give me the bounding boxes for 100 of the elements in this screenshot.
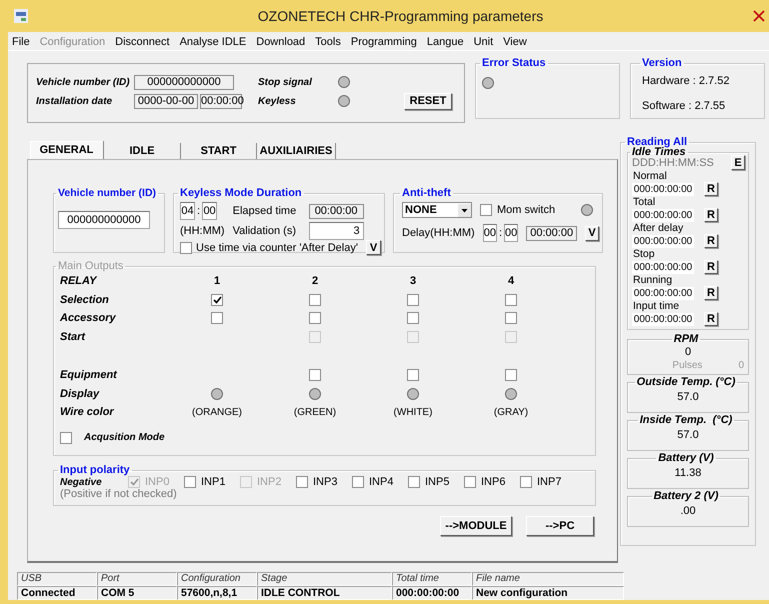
checkbox-label: INP7 [537, 476, 562, 488]
edit-button[interactable]: E [731, 155, 745, 170]
checkbox[interactable] [480, 204, 492, 216]
checkbox[interactable] [211, 312, 223, 324]
checkbox-label: Use time via counter 'After Delay' [196, 242, 358, 254]
checkbox[interactable] [296, 476, 308, 488]
wire-color-text: (WHITE) [394, 406, 432, 418]
row-label: Display [60, 386, 100, 402]
row-label: Wire color [60, 405, 116, 420]
time-separator: : [498, 227, 502, 239]
counter-label: After delay [633, 222, 684, 234]
menu-item[interactable]: Unit [474, 36, 494, 48]
menu-item[interactable]: Analyse IDLE [180, 36, 246, 48]
counter-label: Running [633, 274, 674, 286]
reset-counter-button[interactable]: R [704, 234, 718, 248]
reset-counter-button[interactable]: R [704, 208, 718, 222]
vehicle-number-field: 000000000000 [134, 74, 234, 90]
field-label: Installation date [36, 96, 114, 106]
reading-value: 11.38 [674, 466, 702, 481]
group-title: Anti-theft [401, 187, 452, 199]
apply-button[interactable]: V [585, 226, 599, 240]
group-title: Inside Temp. (°C) [638, 414, 734, 426]
checkbox[interactable] [309, 294, 321, 306]
menu-item[interactable]: Langue [426, 36, 464, 48]
checkbox[interactable] [407, 369, 419, 382]
checkbox[interactable] [309, 312, 321, 324]
reset-counter-button[interactable]: R [704, 182, 718, 196]
group-title: Main Outputs [57, 260, 124, 272]
counter-value: 000:00:00:00 [632, 260, 694, 274]
validation-input[interactable]: 3 [308, 222, 364, 240]
checkbox[interactable] [184, 476, 196, 488]
version-text: Software : 2.7.55 [642, 100, 726, 112]
format-hint: DDD:HH:MM:SS [632, 156, 714, 168]
tab[interactable]: AUXILIAIRIES [257, 143, 336, 159]
time-separator: : [197, 205, 200, 217]
mode-dropdown[interactable]: NONE [402, 202, 472, 218]
status-value: IDLE CONTROL [257, 586, 392, 600]
wire-color-text: (GREEN) [294, 406, 336, 418]
counter-label: Normal [633, 170, 668, 182]
row-label: Selection [60, 292, 110, 308]
indicator-label: Keyless [258, 96, 297, 106]
checkbox-label: INP4 [369, 476, 394, 488]
checkbox[interactable] [60, 432, 72, 444]
checkbox[interactable] [505, 294, 517, 306]
checkbox[interactable] [352, 476, 364, 488]
counter-label: Input time [633, 300, 680, 312]
checkbox[interactable] [408, 476, 420, 488]
group-title: Version [641, 57, 683, 69]
relay-number: 2 [312, 275, 318, 288]
menu-item[interactable]: Tools [315, 36, 341, 48]
minutes-input[interactable]: 00 [504, 224, 518, 242]
checkbox[interactable] [407, 312, 419, 324]
menu-item[interactable]: Download [256, 36, 306, 48]
minutes-input[interactable]: 00 [202, 202, 218, 220]
menu-item[interactable]: Programming [350, 36, 417, 48]
relay-number: 3 [410, 275, 416, 288]
menu-item[interactable]: View [503, 36, 527, 48]
reading-value: .00 [679, 504, 697, 519]
close-icon[interactable] [753, 10, 765, 22]
reset-counter-button[interactable]: R [704, 312, 718, 326]
checkbox[interactable] [520, 476, 532, 488]
reset-counter-button[interactable]: R [704, 286, 718, 300]
status-header: USB [17, 572, 97, 586]
polarity-hint: (Positive if not checked) [60, 488, 177, 500]
checkbox[interactable] [407, 294, 419, 306]
row-label: Accessory [60, 311, 117, 326]
menu-item[interactable]: File [12, 36, 30, 48]
hours-input[interactable]: 04 [180, 202, 195, 220]
checkbox[interactable] [180, 242, 192, 254]
reset-button[interactable]: RESET [404, 92, 452, 110]
transfer-button[interactable]: -->PC [526, 516, 594, 536]
hours-input[interactable]: 00 [482, 224, 497, 242]
pulses-value: 0 [738, 360, 744, 371]
row-label: Start [60, 330, 86, 344]
counter-value: 000:00:00:00 [632, 234, 694, 248]
counter-value: 000:00:00:00 [632, 182, 694, 196]
group-title: RPM [672, 333, 700, 345]
menu-item[interactable]: Disconnect [115, 36, 170, 48]
checkbox-label: Mom switch [497, 204, 556, 216]
vehicle-number-input[interactable]: 000000000000 [58, 211, 150, 229]
elapsed-label: Elapsed time [232, 205, 298, 217]
group-title: Vehicle number (ID) [57, 187, 158, 199]
group-title: Input polarity [59, 464, 131, 476]
group-title: Outside Temp. (°C) [636, 376, 736, 388]
version-text: Hardware : 2.7.52 [642, 75, 730, 87]
checkbox[interactable] [464, 476, 476, 488]
window-title: OZONETECH CHR-Programming parameters [256, 8, 544, 24]
reset-counter-button[interactable]: R [704, 260, 718, 274]
apply-button[interactable]: V [366, 240, 381, 255]
checkbox[interactable] [505, 369, 517, 382]
group-title: Battery 2 (V) [652, 490, 720, 502]
status-header: Configuration [177, 572, 257, 586]
checkbox[interactable] [309, 369, 321, 382]
checkbox[interactable] [505, 312, 517, 324]
tab[interactable]: GENERAL [30, 141, 104, 159]
transfer-button[interactable]: -->MODULE [440, 516, 512, 536]
checkbox-label: INP6 [481, 476, 506, 488]
row-label: Equipment [60, 368, 118, 383]
checkbox[interactable] [211, 294, 223, 306]
app-logo-icon [14, 9, 28, 23]
